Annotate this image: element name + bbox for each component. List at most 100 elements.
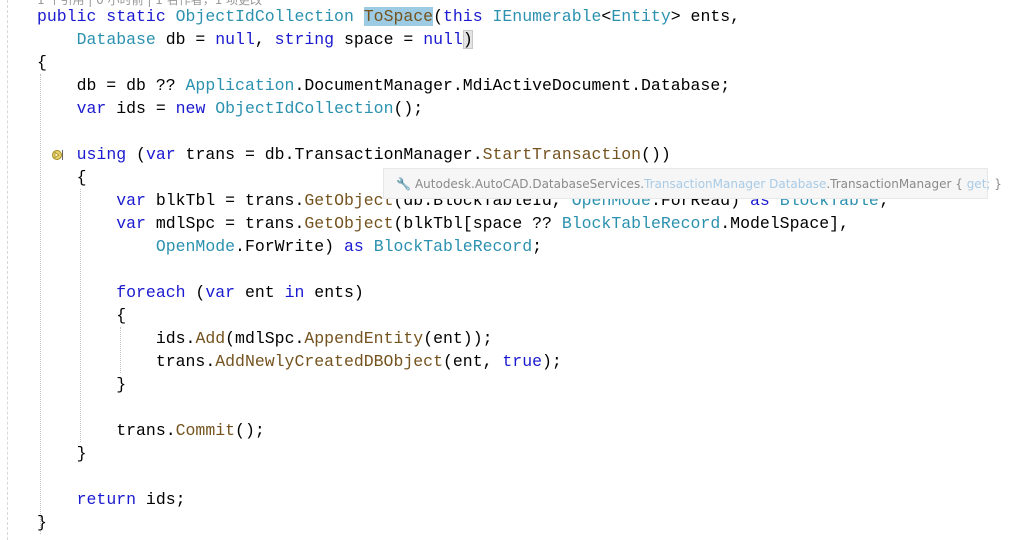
code-token: ; — [532, 237, 543, 256]
code-token: IEnumerable — [492, 7, 602, 26]
code-line[interactable]: { — [37, 51, 889, 74]
code-token: var — [145, 145, 176, 164]
code-token: } — [37, 444, 87, 463]
code-token: ( — [433, 7, 443, 26]
code-token: Commit — [175, 421, 236, 440]
code-line[interactable]: { — [37, 304, 889, 327]
code-token: .ModelSpace], — [720, 214, 849, 233]
code-token: using — [76, 145, 127, 164]
code-token: new — [175, 99, 216, 118]
tooltip-type: TransactionManager — [644, 177, 766, 191]
code-line[interactable]: } — [37, 373, 889, 396]
code-token: this — [442, 7, 493, 26]
code-token: ids = — [106, 99, 176, 118]
code-token: (mdlSpc. — [225, 329, 305, 348]
code-token: trans. — [37, 352, 216, 371]
code-token: Entity — [611, 7, 671, 26]
code-token: (); — [235, 421, 265, 440]
code-token: } — [37, 375, 127, 394]
code-token: return — [76, 490, 137, 509]
code-token: ents) — [304, 283, 364, 302]
code-line[interactable]: using (var trans = db.TransactionManager… — [37, 143, 889, 166]
code-token: < — [601, 7, 612, 26]
code-token: BlockTableRecord — [561, 214, 721, 233]
code-token: ObjectIdCollection — [215, 99, 394, 118]
code-token: var — [205, 283, 236, 302]
code-line[interactable]: var mdlSpc = trans.GetObject(blkTbl[spac… — [37, 212, 889, 235]
step-arrow-icon[interactable] — [52, 148, 64, 162]
code-token: null — [423, 30, 463, 49]
code-token: (); — [393, 99, 424, 118]
code-line[interactable]: } — [37, 511, 889, 534]
tooltip-accessor: get; — [966, 177, 991, 191]
code-line[interactable]: OpenMode.ForWrite) as BlockTableRecord; — [37, 235, 889, 258]
code-line[interactable]: return ids; — [37, 488, 889, 511]
code-token: ( — [185, 283, 206, 302]
code-token: ()) — [641, 145, 671, 164]
code-token: foreach — [116, 283, 186, 302]
code-token: as — [343, 237, 374, 256]
tooltip-namespace: Autodesk.AutoCAD.DatabaseServices. — [414, 177, 645, 191]
code-token: .ForWrite) — [235, 237, 344, 256]
code-line[interactable]: var ids = new ObjectIdCollection(); — [37, 97, 889, 120]
code-line[interactable] — [37, 258, 889, 281]
code-line[interactable] — [37, 120, 889, 143]
code-token: in — [284, 283, 305, 302]
code-token: ids; — [136, 490, 186, 509]
code-line[interactable] — [37, 465, 889, 488]
code-token: } — [37, 513, 47, 532]
code-token: Application — [185, 76, 295, 95]
code-line[interactable]: foreach (var ent in ents) — [37, 281, 889, 304]
wrench-icon: 🔧 — [396, 177, 411, 191]
code-line[interactable]: public static ObjectIdCollection ToSpace… — [37, 5, 889, 28]
code-token: OpenMode — [155, 237, 236, 256]
code-token: blkTbl = trans. — [145, 191, 305, 210]
code-line[interactable]: db = db ?? Application.DocumentManager.M… — [37, 74, 889, 97]
code-token: (ent, — [442, 352, 503, 371]
code-token: var — [116, 191, 146, 210]
quickinfo-tooltip: 🔧 Autodesk.AutoCAD.DatabaseServices.Trans… — [383, 168, 1002, 199]
code-token: string — [274, 30, 335, 49]
code-token: db = db ?? — [37, 76, 186, 95]
code-token: { — [37, 168, 87, 187]
tooltip-brace: { — [951, 177, 967, 191]
code-line[interactable]: trans.AddNewlyCreatedDBObject(ent, true)… — [37, 350, 889, 373]
code-token: ) — [462, 30, 473, 49]
code-token: (blkTbl[space ?? — [393, 214, 562, 233]
code-token: BlockTableRecord — [373, 237, 533, 256]
code-token: GetObject — [304, 214, 394, 233]
code-token: StartTransaction — [482, 145, 642, 164]
code-line[interactable] — [37, 396, 889, 419]
code-token: AddNewlyCreatedDBObject — [215, 352, 443, 371]
code-token: trans. — [37, 421, 176, 440]
code-token: (ent)); — [423, 329, 493, 348]
code-token: null — [215, 30, 255, 49]
code-token: .DocumentManager.MdiActiveDocument.Datab… — [294, 76, 731, 95]
code-token: var — [76, 99, 107, 118]
code-token: space = — [334, 30, 424, 49]
code-line[interactable]: trans.Commit(); — [37, 419, 889, 442]
editor-margin — [7, 0, 8, 540]
code-line[interactable]: Database db = null, string space = null) — [37, 28, 889, 51]
code-token: ids. — [37, 329, 196, 348]
code-token: public static — [37, 7, 176, 26]
code-token: AppendEntity — [304, 329, 424, 348]
tooltip-declaring-type: Database — [769, 177, 827, 191]
code-token: trans = db.TransactionManager. — [175, 145, 483, 164]
code-line[interactable]: ids.Add(mdlSpc.AppendEntity(ent)); — [37, 327, 889, 350]
tooltip-member: .TransactionManager — [826, 177, 952, 191]
code-token: var — [116, 214, 146, 233]
code-token: ); — [542, 352, 562, 371]
tooltip-brace: } — [990, 177, 1002, 191]
code-line[interactable]: } — [37, 442, 889, 465]
code-editor[interactable]: public static ObjectIdCollection ToSpace… — [37, 5, 889, 534]
code-token: GetObject — [304, 191, 394, 210]
